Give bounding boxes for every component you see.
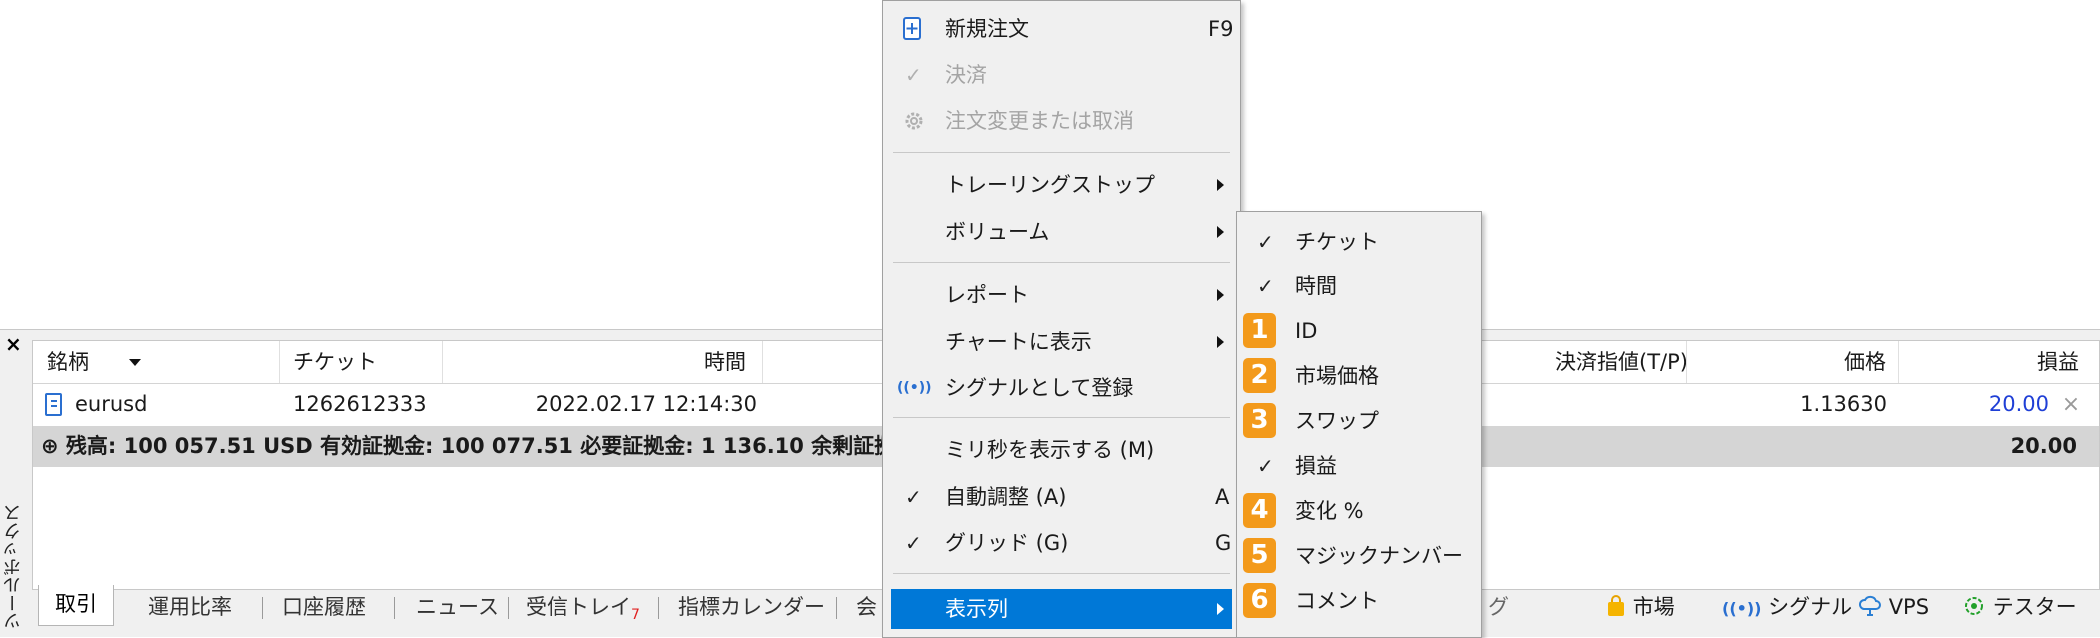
check-icon: ✓: [1257, 230, 1274, 254]
tab-separator: [394, 597, 395, 619]
menu-item-new-order[interactable]: 新規注文 F9: [883, 11, 1240, 47]
menu-item-trailing-stop[interactable]: トレーリングストップ: [883, 167, 1240, 203]
gear-icon: [905, 112, 923, 130]
menu-item-register-signal[interactable]: ((•)) シグナルとして登録: [883, 370, 1240, 406]
menu-item-volume[interactable]: ボリューム: [883, 214, 1240, 250]
tab-separator: [658, 597, 659, 619]
tab-journal[interactable]: グ: [1488, 591, 1509, 625]
check-icon: ✓: [1257, 274, 1274, 298]
column-header-symbol[interactable]: 銘柄: [33, 341, 280, 383]
row-ticket: 1262612333: [293, 392, 427, 416]
menu-item-modify-order[interactable]: 注文変更または取消: [883, 103, 1240, 139]
submenu-arrow-icon: [1217, 603, 1224, 615]
menu-item-auto-arrange[interactable]: ✓ 自動調整 (A) A: [883, 479, 1240, 515]
signal-icon: ((•)): [897, 380, 932, 396]
row-profit: 20.00: [1988, 392, 2049, 416]
number-badge: 6: [1243, 583, 1276, 618]
menu-item-show-on-chart[interactable]: チャートに表示: [883, 324, 1240, 360]
market-button[interactable]: 市場: [1606, 591, 1675, 625]
tester-gear-icon: [1965, 597, 1983, 615]
new-order-icon: [903, 17, 921, 40]
menu-separator: [893, 152, 1230, 153]
column-header-profit[interactable]: 損益: [1899, 341, 2099, 383]
row-time: 2022.02.17 12:14:30: [535, 392, 757, 416]
number-badge: 3: [1243, 403, 1276, 438]
sort-down-icon: [129, 359, 141, 366]
column-option-magic-number[interactable]: 5 マジックナンバー: [1237, 534, 1481, 578]
column-header-ticket[interactable]: チケット: [279, 341, 443, 383]
number-badge: 2: [1243, 358, 1276, 393]
tab-separator: [508, 597, 509, 619]
signals-button[interactable]: ((•)) シグナル: [1722, 591, 1852, 625]
check-icon: ✓: [1257, 454, 1274, 478]
menu-item-report[interactable]: レポート: [883, 277, 1240, 313]
menu-item-grid[interactable]: ✓ グリッド (G) G: [883, 525, 1240, 561]
tab-mailbox[interactable]: 受信トレイ7: [526, 591, 640, 625]
submenu-arrow-icon: [1217, 179, 1224, 191]
row-symbol: eurusd: [75, 392, 148, 416]
columns-submenu: ✓ チケット ✓ 時間 1 ID 2 市場価格 3 スワップ ✓ 損益 4 変化…: [1236, 211, 1482, 638]
check-icon: ✓: [905, 485, 922, 509]
menu-item-close-position[interactable]: ✓ 決済: [883, 57, 1240, 93]
column-option-id[interactable]: 1 ID: [1237, 309, 1481, 353]
column-header-time[interactable]: 時間: [443, 341, 763, 383]
context-menu: 新規注文 F9 ✓ 決済 注文変更または取消 トレーリングストップ ボリューム …: [882, 0, 1241, 638]
tester-button[interactable]: テスター: [1962, 591, 2077, 625]
close-icon[interactable]: ×: [5, 332, 22, 356]
tab-trade[interactable]: 取引: [38, 585, 114, 626]
submenu-arrow-icon: [1217, 226, 1224, 238]
column-option-time[interactable]: ✓ 時間: [1237, 264, 1481, 308]
menu-separator: [893, 573, 1230, 574]
menu-separator: [893, 262, 1230, 263]
column-option-comment[interactable]: 6 コメント: [1237, 579, 1481, 623]
column-option-profit[interactable]: ✓ 損益: [1237, 444, 1481, 488]
toolbox-side-strip: × ツールボックス: [0, 330, 30, 637]
cloud-icon: [1858, 595, 1881, 616]
number-badge: 4: [1243, 493, 1276, 528]
balance-summary: ⊕ 残高: 100 057.51 USD 有効証拠金: 100 077.51 必…: [41, 434, 896, 458]
menu-item-show-milliseconds[interactable]: ミリ秒を表示する (M): [883, 432, 1240, 468]
tab-exposure[interactable]: 運用比率: [148, 591, 232, 625]
number-badge: 1: [1243, 313, 1276, 348]
column-option-ticket[interactable]: ✓ チケット: [1237, 220, 1481, 264]
toolbox-title: ツールボックス: [3, 504, 24, 630]
check-icon: ✓: [905, 531, 922, 555]
column-option-market-price[interactable]: 2 市場価格: [1237, 354, 1481, 398]
submenu-arrow-icon: [1217, 336, 1224, 348]
tab-separator: [262, 597, 263, 619]
submenu-arrow-icon: [1217, 289, 1224, 301]
menu-separator: [893, 417, 1230, 418]
menu-item-columns[interactable]: 表示列: [891, 589, 1232, 629]
vps-button[interactable]: VPS: [1858, 591, 1929, 625]
column-option-change[interactable]: 4 変化 %: [1237, 489, 1481, 533]
order-document-icon: [45, 393, 62, 416]
column-header-price[interactable]: 価格: [1687, 341, 1899, 383]
balance-total: 20.00: [2010, 434, 2077, 458]
tab-news[interactable]: ニュース: [416, 591, 499, 625]
column-option-swap[interactable]: 3 スワップ: [1237, 399, 1481, 443]
tab-calendar[interactable]: 指標カレンダー: [678, 591, 825, 625]
close-order-icon[interactable]: ×: [2059, 384, 2083, 425]
number-badge: 5: [1243, 538, 1276, 573]
market-bag-icon: [1608, 595, 1624, 616]
check-icon: ✓: [905, 63, 922, 87]
row-price: 1.13630: [1800, 392, 1887, 416]
tab-separator: [836, 597, 837, 619]
mailbox-count-badge: 7: [631, 607, 640, 624]
column-header-tp[interactable]: 決済指値(T/P): [1483, 341, 1687, 383]
signal-icon: ((•)): [1722, 599, 1762, 618]
tab-history[interactable]: 口座履歴: [282, 591, 366, 625]
tab-company[interactable]: 会: [856, 591, 877, 625]
